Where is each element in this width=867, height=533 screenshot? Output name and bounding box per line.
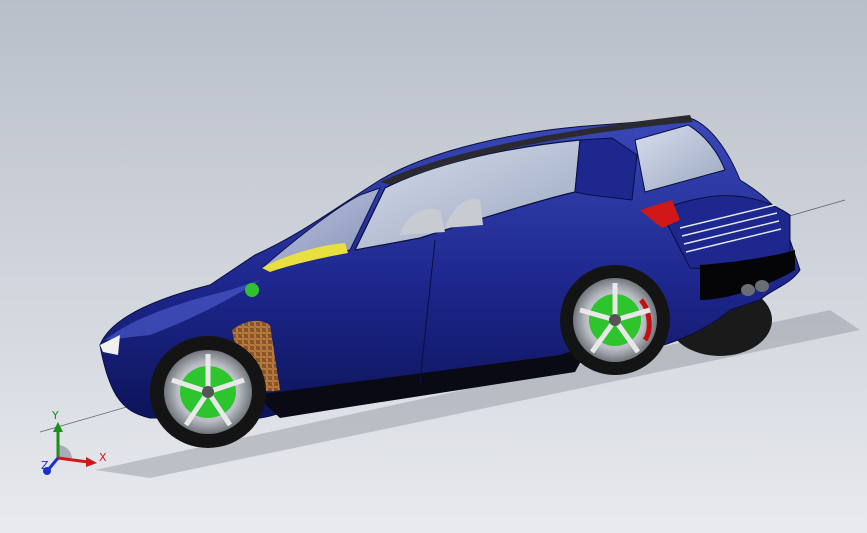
rear-wheel <box>560 265 670 375</box>
graphics-viewport[interactable]: Y X Z <box>0 0 867 533</box>
exhaust-pipe <box>741 284 755 296</box>
triad-x-axis <box>57 456 89 464</box>
triad-z-label: Z <box>41 459 49 472</box>
front-wheel <box>150 336 266 448</box>
car-model-view[interactable]: Y X Z <box>0 0 867 533</box>
triad-y-label: Y <box>51 409 59 422</box>
triad-x-label: X <box>99 451 107 464</box>
view-triad: Y X Z <box>41 409 107 475</box>
fuel-cap <box>245 283 259 297</box>
exhaust-pipe <box>755 280 769 292</box>
